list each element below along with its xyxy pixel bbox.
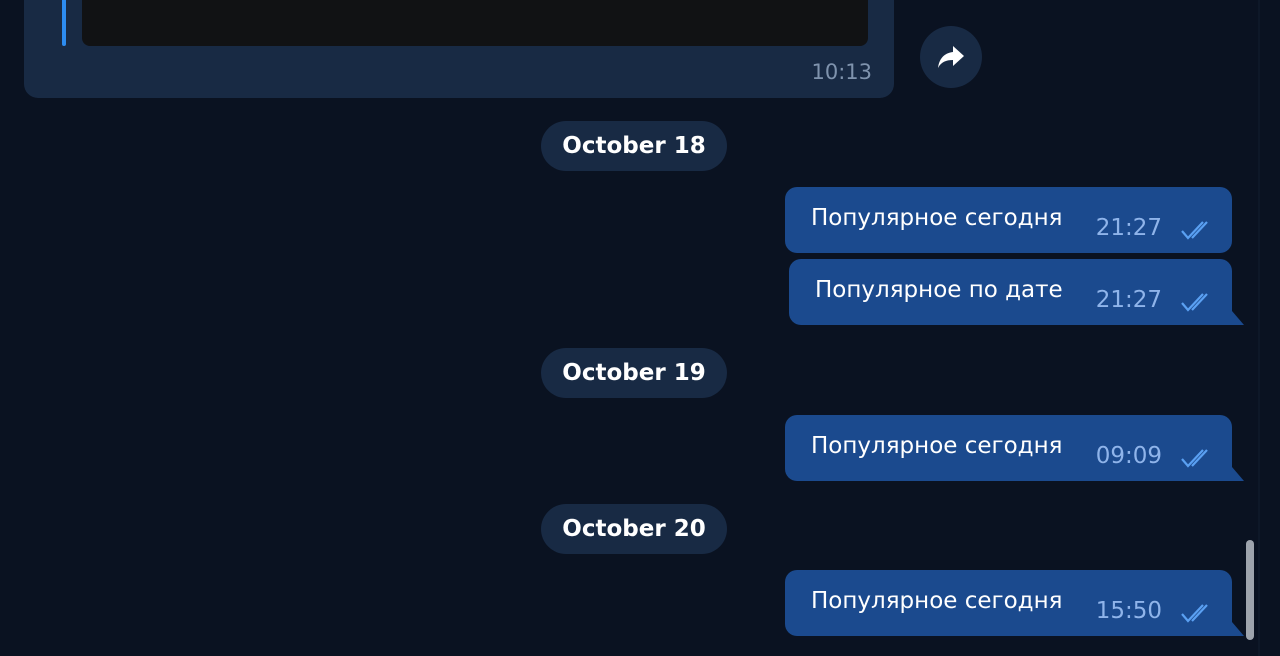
date-separator: October 19 [541, 348, 727, 398]
message-text: Популярное сегодня [811, 588, 1063, 614]
message-time: 21:27 [1095, 287, 1162, 313]
outgoing-message[interactable]: Популярное сегодня 15:50 [785, 570, 1244, 636]
forward-button[interactable] [920, 26, 982, 88]
message-text: Популярное сегодня [811, 433, 1063, 459]
date-separator: October 20 [541, 504, 727, 554]
double-check-icon [1181, 221, 1208, 240]
outgoing-message[interactable]: Популярное сегодня 21:27 [785, 187, 1232, 253]
reply-accent-bar [62, 0, 66, 46]
message-time: 15:50 [1095, 598, 1162, 624]
message-time: 21:27 [1095, 215, 1162, 241]
double-check-icon [1181, 604, 1208, 623]
double-check-icon [1181, 293, 1208, 312]
message-text: Популярное по дате [815, 277, 1063, 303]
outgoing-message[interactable]: Популярное сегодня 09:09 [785, 415, 1244, 481]
message-time: 10:13 [811, 60, 872, 84]
message-text: Популярное сегодня [811, 205, 1063, 231]
message-time: 09:09 [1095, 443, 1162, 469]
double-check-icon [1181, 449, 1208, 468]
scrollbar-thumb[interactable] [1246, 540, 1254, 640]
media-preview[interactable] [82, 0, 868, 46]
outgoing-message[interactable]: Популярное по дате 21:27 [789, 259, 1244, 325]
forward-arrow-icon [938, 46, 964, 68]
panel-divider [1258, 0, 1260, 656]
incoming-media-message[interactable]: 10:13 [24, 0, 894, 98]
chat-area: 10:13 October 18 Популярное сегодня 21:2… [0, 0, 1280, 656]
date-separator: October 18 [541, 121, 727, 171]
